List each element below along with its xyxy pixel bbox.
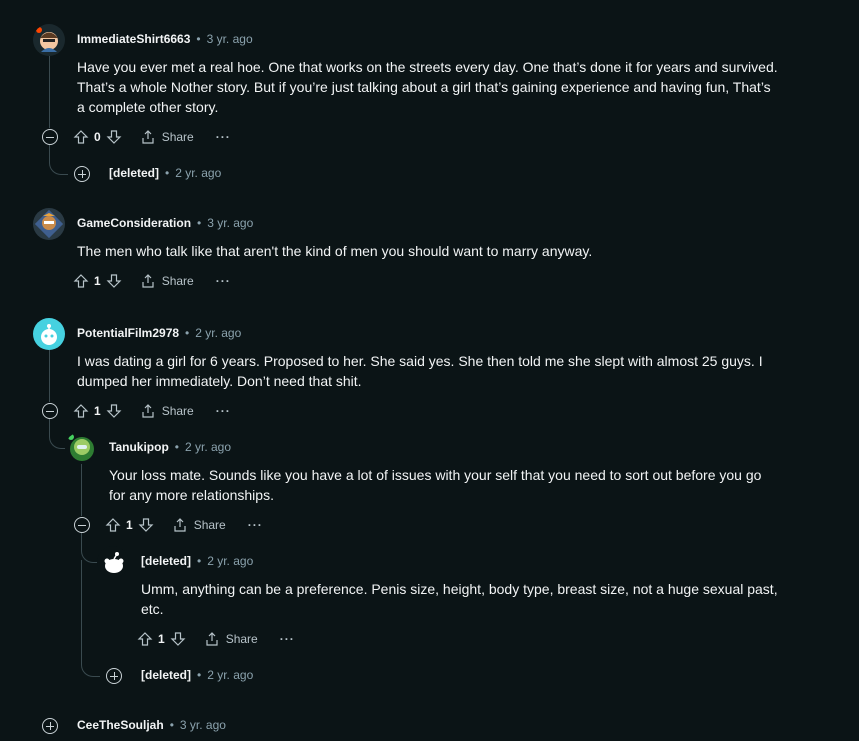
timestamp[interactable]: 3 yr. ago: [207, 32, 253, 46]
share-button[interactable]: Share: [140, 129, 194, 145]
comment-header: GameConsideration • 3 yr. ago: [77, 216, 253, 230]
timestamp[interactable]: 3 yr. ago: [180, 718, 226, 732]
share-icon: [140, 403, 156, 419]
comment-header: [deleted] • 2 yr. ago: [141, 554, 253, 568]
share-label: Share: [161, 274, 194, 288]
thread-line: [49, 56, 50, 128]
comment-body: Your loss mate. Sounds like you have a l…: [109, 467, 762, 503]
comment-actions: 1 Share ···: [137, 627, 295, 651]
collapse-icon[interactable]: [42, 129, 58, 145]
share-icon: [140, 273, 156, 289]
comment-header: ImmediateShirt6663 • 3 yr. ago: [77, 32, 253, 46]
expand-icon[interactable]: [42, 718, 58, 734]
share-icon: [172, 517, 188, 533]
timestamp[interactable]: 2 yr. ago: [207, 668, 253, 682]
downvote-icon[interactable]: [170, 631, 186, 647]
avatar[interactable]: [33, 208, 65, 240]
vote-count: 1: [94, 404, 101, 418]
share-button[interactable]: Share: [172, 517, 226, 533]
thread-branch: [49, 145, 68, 175]
avatar[interactable]: [65, 432, 97, 464]
username: [deleted]: [109, 166, 160, 180]
more-options-button[interactable]: ···: [280, 632, 295, 646]
share-button[interactable]: Share: [140, 273, 194, 289]
share-icon: [140, 129, 156, 145]
comment-body: I was dating a girl for 6 years. Propose…: [77, 353, 763, 389]
separator: •: [196, 32, 201, 46]
vote-count: 1: [94, 274, 101, 288]
timestamp[interactable]: 2 yr. ago: [195, 326, 241, 340]
separator: •: [197, 554, 202, 568]
separator: •: [169, 718, 174, 732]
thread-line: [49, 350, 50, 402]
vote-count: 1: [158, 632, 165, 646]
timestamp[interactable]: 2 yr. ago: [175, 166, 221, 180]
username: [deleted]: [141, 554, 192, 568]
timestamp[interactable]: 2 yr. ago: [185, 440, 231, 454]
comment-header: PotentialFilm2978 • 2 yr. ago: [77, 326, 241, 340]
thread-branch: [81, 560, 100, 677]
timestamp[interactable]: 2 yr. ago: [207, 554, 253, 568]
avatar[interactable]: [33, 24, 65, 56]
upvote-icon[interactable]: [105, 517, 121, 533]
downvote-icon[interactable]: [138, 517, 154, 533]
username[interactable]: CeeTheSouljah: [77, 718, 164, 732]
comment-header: Tanukipop • 2 yr. ago: [109, 440, 231, 454]
thread-line: [81, 464, 82, 516]
username: [deleted]: [141, 668, 192, 682]
more-options-button[interactable]: ···: [216, 274, 231, 288]
downvote-icon[interactable]: [106, 273, 122, 289]
vote-count: 0: [94, 130, 101, 144]
timestamp[interactable]: 3 yr. ago: [207, 216, 253, 230]
username[interactable]: PotentialFilm2978: [77, 326, 179, 340]
comment-header: [deleted] • 2 yr. ago: [109, 166, 221, 180]
separator: •: [185, 326, 190, 340]
more-options-button[interactable]: ···: [216, 404, 231, 418]
comment-header: CeeTheSouljah • 3 yr. ago: [77, 718, 226, 732]
separator: •: [165, 166, 170, 180]
avatar[interactable]: [33, 318, 65, 350]
upvote-icon[interactable]: [137, 631, 153, 647]
share-label: Share: [225, 632, 258, 646]
share-label: Share: [161, 130, 194, 144]
expand-icon[interactable]: [106, 668, 122, 684]
comment-actions: 1 Share ···: [73, 269, 231, 293]
comment-actions: 1 Share ···: [105, 513, 263, 537]
collapse-icon[interactable]: [74, 517, 90, 533]
separator: •: [197, 668, 202, 682]
expand-icon[interactable]: [74, 166, 90, 182]
comment-actions: 0 Share ···: [73, 125, 231, 149]
comment-header: [deleted] • 2 yr. ago: [141, 668, 253, 682]
comment-body: The men who talk like that aren't the ki…: [77, 243, 593, 259]
share-label: Share: [161, 404, 194, 418]
share-icon: [204, 631, 220, 647]
username[interactable]: Tanukipop: [109, 440, 169, 454]
collapse-icon[interactable]: [42, 403, 58, 419]
separator: •: [174, 440, 179, 454]
vote-count: 1: [126, 518, 133, 532]
avatar: [97, 546, 129, 578]
share-label: Share: [193, 518, 226, 532]
downvote-icon[interactable]: [106, 403, 122, 419]
comment-actions: 1 Share ···: [73, 399, 231, 423]
username[interactable]: ImmediateShirt6663: [77, 32, 190, 46]
username[interactable]: GameConsideration: [77, 216, 191, 230]
upvote-icon[interactable]: [73, 129, 89, 145]
share-button[interactable]: Share: [140, 403, 194, 419]
separator: •: [197, 216, 202, 230]
share-button[interactable]: Share: [204, 631, 258, 647]
comment-body: Have you ever met a real hoe. One that w…: [77, 59, 778, 115]
upvote-icon[interactable]: [73, 273, 89, 289]
more-options-button[interactable]: ···: [216, 130, 231, 144]
comment-body: Umm, anything can be a preference. Penis…: [141, 581, 778, 617]
more-options-button[interactable]: ···: [248, 518, 263, 532]
downvote-icon[interactable]: [106, 129, 122, 145]
upvote-icon[interactable]: [73, 403, 89, 419]
